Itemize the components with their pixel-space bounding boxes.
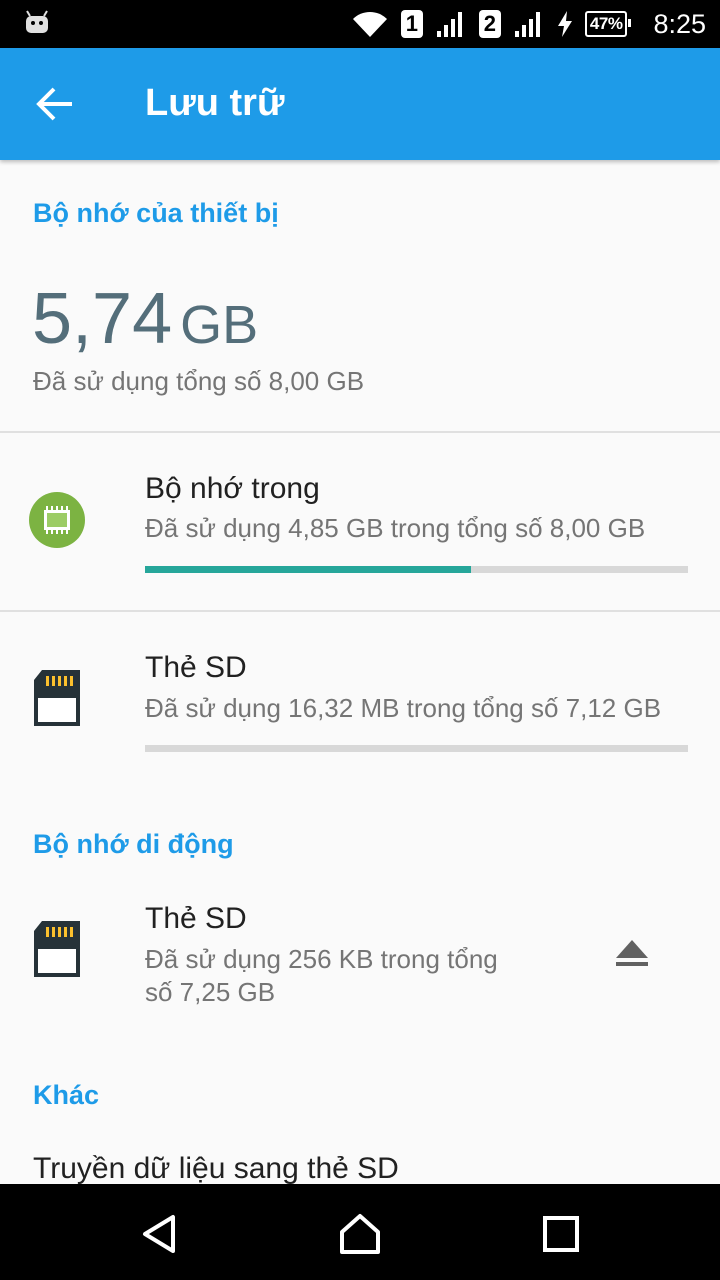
sd-card-progress [145, 745, 688, 752]
page-title: Lưu trữ [145, 82, 285, 124]
nav-recents-icon[interactable] [539, 1212, 583, 1256]
battery-indicator: 47% [584, 11, 631, 37]
device-storage-header: Bộ nhớ của thiết bị [33, 198, 279, 228]
charging-icon [557, 11, 572, 37]
internal-storage-progress [145, 566, 688, 573]
portable-storage-header: Bộ nhớ di động [33, 829, 234, 859]
portable-sd-subtitle-line2: số 7,25 GB [145, 977, 276, 1007]
used-number: 5,74 [32, 279, 173, 359]
used-summary: Đã sử dụng tổng số 8,00 GB [33, 366, 365, 396]
internal-storage-title: Bộ nhớ trong [145, 472, 320, 505]
internal-storage-subtitle: Đã sử dụng 4,85 GB trong tổng số 8,00 GB [145, 513, 646, 543]
sim1-badge: 1 [400, 10, 423, 38]
sim2-badge: 2 [478, 10, 501, 38]
total-used-value: 5,74 GB [32, 278, 258, 360]
nav-home-icon[interactable] [338, 1212, 382, 1256]
wifi-icon [352, 11, 387, 37]
portable-sd-subtitle-line1: Đã sử dụng 256 KB trong tổng [145, 944, 498, 974]
transfer-data-item[interactable]: Truyền dữ liệu sang thẻ SD [33, 1152, 399, 1186]
signal-icon [436, 12, 462, 37]
portable-sd-title: Thẻ SD [145, 902, 247, 935]
status-bar: 1 2 47% 8:25 [0, 0, 720, 48]
clock: 8:25 [653, 8, 706, 39]
signal-icon [514, 12, 540, 37]
android-icon [26, 10, 48, 33]
app-bar: Lưu trữ [0, 48, 720, 160]
navigation-bar [0, 1184, 720, 1280]
sd-card-icon [34, 921, 80, 977]
chip-icon [29, 492, 85, 548]
internal-storage-progress-fill [145, 566, 471, 573]
other-header: Khác [33, 1080, 100, 1110]
sd-card-title: Thẻ SD [145, 651, 247, 684]
sd-card-subtitle: Đã sử dụng 16,32 MB trong tổng số 7,12 G… [145, 693, 662, 723]
eject-icon[interactable] [613, 938, 651, 970]
used-unit: GB [180, 295, 259, 355]
nav-back-icon[interactable] [138, 1212, 182, 1256]
back-arrow-icon[interactable] [36, 86, 76, 122]
sd-card-icon [34, 670, 80, 726]
